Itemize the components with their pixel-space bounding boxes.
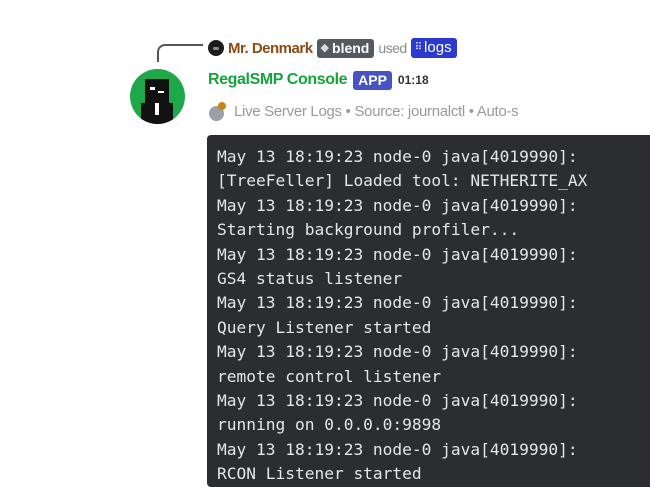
log-line: May 13 18:19:23 node-0 java[4019990]: (217, 390, 578, 410)
log-line: May 13 18:19:23 node-0 java[4019990]: (217, 439, 578, 459)
log-line: May 13 18:19:23 node-0 java[4019990]: (217, 244, 578, 264)
slash-command-label: logs (424, 39, 452, 56)
log-line: May 13 18:19:23 node-0 java[4019990]: (217, 342, 578, 362)
log-line: remote control listener (217, 366, 442, 386)
used-label: used (378, 40, 407, 56)
log-line: RCON Listener started (217, 464, 422, 484)
slash-command-pill[interactable]: ⠿ logs (410, 38, 457, 58)
log-line: May 13 18:19:23 node-0 java[4019990]: (217, 147, 578, 166)
message-header: RegalSMP Console APP 01:18 (208, 69, 429, 91)
reply-author-avatar[interactable] (208, 40, 224, 56)
log-line: Query Listener started (217, 317, 432, 337)
command-app-label: blend (332, 39, 370, 56)
reply-connector-line (157, 44, 203, 62)
app-badge: APP (353, 70, 392, 90)
command-app-pill[interactable]: ◆ blend (316, 38, 375, 58)
message-timestamp[interactable]: 01:18 (398, 73, 429, 87)
reply-header[interactable]: Mr. Denmark ◆ blend used ⠿ logs (208, 37, 457, 59)
log-line: May 13 18:19:23 node-0 java[4019990]: (217, 195, 578, 215)
command-grid-icon: ⠿ (414, 42, 422, 53)
satellite-antenna-icon (207, 100, 229, 123)
bot-avatar[interactable] (130, 69, 185, 124)
log-line: GS4 status listener (217, 268, 403, 288)
log-line: [TreeFeller] Loaded tool: NETHERITE_AX (217, 171, 588, 191)
avatar-figure-head (145, 79, 169, 103)
description-text: Live Server Logs • Source: journalctl • … (234, 102, 519, 120)
log-line: running on 0.0.0.0:9898 (217, 415, 442, 435)
avatar-figure-body (141, 103, 173, 124)
log-code-block[interactable]: May 13 18:19:23 node-0 java[4019990]: [T… (207, 135, 650, 487)
bot-username[interactable]: RegalSMP Console (208, 71, 348, 89)
log-description: Live Server Logs • Source: journalctl • … (207, 99, 650, 123)
log-line: Starting background profiler... (217, 220, 520, 240)
log-line: May 13 18:19:23 node-0 java[4019990]: (217, 293, 578, 313)
diamond-icon: ◆ (320, 42, 330, 54)
reply-author-name[interactable]: Mr. Denmark (228, 40, 313, 57)
